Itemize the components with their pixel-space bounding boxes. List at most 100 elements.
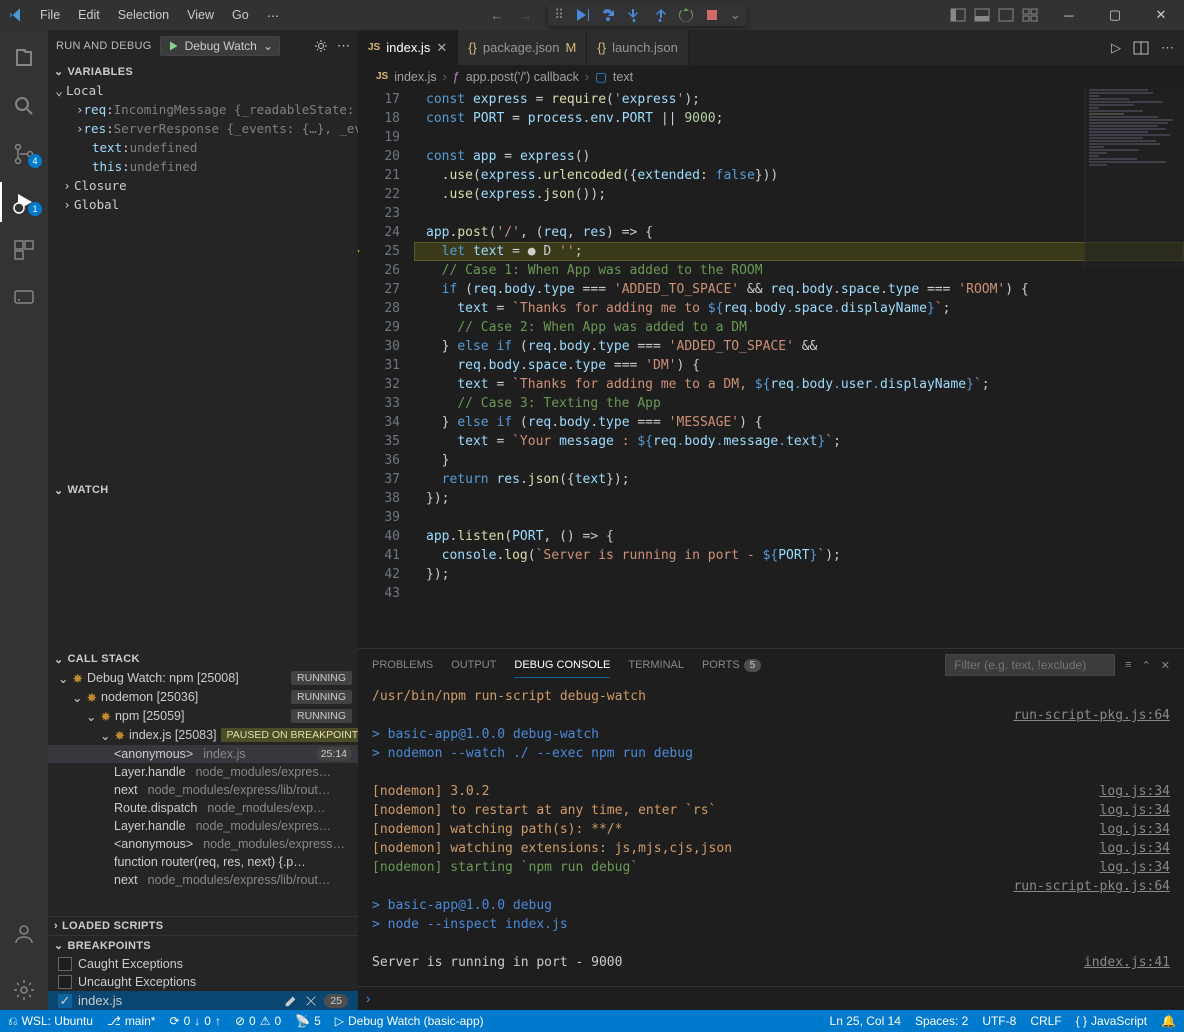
scope-global[interactable]: ›Global <box>48 195 358 214</box>
var-res[interactable]: ›res: ServerResponse {_events: {…}, _ev… <box>48 119 358 138</box>
remove-icon[interactable] <box>304 994 318 1008</box>
minimize-button[interactable]: ─ <box>1046 0 1092 30</box>
stack-frame[interactable]: Route.dispatchnode_modules/exp… <box>48 799 358 817</box>
sb-position[interactable]: Ln 25, Col 14 <box>830 1014 901 1028</box>
bp-caught[interactable]: Caught Exceptions <box>48 955 358 973</box>
sb-encoding[interactable]: UTF-8 <box>982 1014 1016 1028</box>
tab-problems[interactable]: PROBLEMS <box>372 653 433 677</box>
cs-session[interactable]: ⌄✸Debug Watch: npm [25008]RUNNING <box>48 669 358 688</box>
menu-more[interactable]: ⋯ <box>259 4 288 27</box>
source-control-icon[interactable]: 4 <box>0 134 48 174</box>
remote-icon[interactable] <box>0 278 48 318</box>
restart-icon[interactable] <box>678 7 694 23</box>
step-into-icon[interactable] <box>626 7 642 23</box>
sb-remote[interactable]: ⎌WSL: Ubuntu <box>8 1014 93 1029</box>
menu-view[interactable]: View <box>179 4 222 27</box>
stack-frame[interactable]: nextnode_modules/express/lib/rout… <box>48 781 358 799</box>
bp-file[interactable]: ✓ index.js 25 <box>48 991 358 1010</box>
debug-config-select[interactable]: Debug Watch ⌄ <box>160 36 280 56</box>
cs-index[interactable]: ⌄✸index.js [25083]PAUSED ON BREAKPOINT <box>48 726 358 745</box>
checkbox-icon[interactable] <box>58 957 72 971</box>
variables-header[interactable]: ⌄VARIABLES <box>48 62 358 81</box>
more-icon[interactable]: ⋯ <box>337 38 350 54</box>
bp-uncaught[interactable]: Uncaught Exceptions <box>48 973 358 991</box>
search-icon[interactable] <box>0 86 48 126</box>
drag-handle-icon[interactable]: ⠿ <box>554 7 564 23</box>
breakpoints-header[interactable]: ⌄BREAKPOINTS <box>48 935 358 955</box>
sb-problems[interactable]: ⊘0 ⚠0 <box>235 1014 281 1028</box>
tab-ports[interactable]: PORTS5 <box>702 653 761 677</box>
gear-icon[interactable] <box>313 38 329 54</box>
scope-closure[interactable]: ›Closure <box>48 176 358 195</box>
sb-branch[interactable]: ⎇main* <box>107 1014 156 1028</box>
sb-debug[interactable]: ▷Debug Watch (basic-app) <box>335 1014 484 1028</box>
more-icon[interactable]: ⋯ <box>1161 40 1174 56</box>
sb-spaces[interactable]: Spaces: 2 <box>915 1014 968 1028</box>
debug-console-body[interactable]: /usr/bin/npm run-script debug-watchrun-s… <box>358 681 1184 986</box>
filter-icon[interactable]: ≡ <box>1125 659 1131 671</box>
close-panel-icon[interactable]: ✕ <box>1161 659 1170 672</box>
nav-fwd-icon[interactable]: → <box>519 8 532 23</box>
run-debug-icon[interactable]: 1 <box>0 182 48 222</box>
scope-local[interactable]: ⌄Local <box>48 81 358 100</box>
tab-output[interactable]: OUTPUT <box>451 653 496 677</box>
menu-file[interactable]: File <box>32 4 68 27</box>
stack-frame[interactable]: Layer.handlenode_modules/expres… <box>48 763 358 781</box>
sb-sync[interactable]: ⟳0↓ 0↑ <box>170 1014 221 1028</box>
tab-debug-console[interactable]: DEBUG CONSOLE <box>514 653 610 678</box>
continue-icon[interactable] <box>574 7 590 23</box>
tab-terminal[interactable]: TERMINAL <box>628 653 684 677</box>
run-icon[interactable]: ▷ <box>1111 40 1121 56</box>
nav-back-icon[interactable]: ← <box>490 8 503 23</box>
sb-eol[interactable]: CRLF <box>1030 1014 1061 1028</box>
sb-bell-icon[interactable]: 🔔 <box>1161 1014 1176 1028</box>
stack-frame[interactable]: <anonymous>index.js25:14 <box>48 745 358 763</box>
sb-lang[interactable]: { }JavaScript <box>1076 1014 1147 1028</box>
stack-frame[interactable]: <anonymous>node_modules/express… <box>48 835 358 853</box>
callstack-header[interactable]: ⌄CALL STACK <box>48 650 358 669</box>
explorer-icon[interactable] <box>0 38 48 78</box>
console-filter-input[interactable] <box>945 654 1115 676</box>
panel-bottom-icon[interactable] <box>974 7 990 23</box>
var-req[interactable]: ›req: IncomingMessage {_readableState: … <box>48 100 358 119</box>
editor-tab[interactable]: JSindex.js✕ <box>358 30 458 65</box>
watch-header[interactable]: ⌄WATCH <box>48 481 358 500</box>
console-input[interactable]: › <box>358 986 1184 1010</box>
split-icon[interactable] <box>1133 40 1149 56</box>
account-icon[interactable] <box>0 914 48 954</box>
settings-icon[interactable] <box>0 970 48 1010</box>
editor-tab[interactable]: {}launch.json <box>587 30 688 65</box>
menu-selection[interactable]: Selection <box>110 4 177 27</box>
panel-right-icon[interactable] <box>998 7 1014 23</box>
step-out-icon[interactable] <box>652 7 668 23</box>
extensions-icon[interactable] <box>0 230 48 270</box>
stack-frame[interactable]: Layer.handlenode_modules/expres… <box>48 817 358 835</box>
menu-edit[interactable]: Edit <box>70 4 108 27</box>
cs-npm[interactable]: ⌄✸npm [25059]RUNNING <box>48 707 358 726</box>
stop-icon[interactable] <box>704 7 720 23</box>
code-view[interactable]: const express = require('express');const… <box>414 88 1184 648</box>
checkbox-icon[interactable]: ✓ <box>58 994 72 1008</box>
var-this[interactable]: this: undefined <box>48 157 358 176</box>
close-button[interactable]: ✕ <box>1138 0 1184 30</box>
checkbox-icon[interactable] <box>58 975 72 989</box>
edit-icon[interactable] <box>284 994 298 1008</box>
sb-ports[interactable]: 📡5 <box>295 1014 321 1028</box>
loaded-scripts-header[interactable]: ›LOADED SCRIPTS <box>48 916 358 935</box>
breadcrumbs[interactable]: JS index.js› ƒapp.post('/') callback› ▢t… <box>358 65 1184 88</box>
editor-body[interactable]: 1718192021222324252627282930313233343536… <box>358 88 1184 648</box>
var-text[interactable]: text: undefined <box>48 138 358 157</box>
minimap[interactable] <box>1084 88 1184 268</box>
clear-icon[interactable]: ⌃ <box>1142 659 1151 672</box>
stack-frame[interactable]: function router(req, res, next) {.p… <box>48 853 358 871</box>
maximize-button[interactable]: ▢ <box>1092 0 1138 30</box>
editor-tab[interactable]: {}package.jsonM <box>458 30 587 65</box>
layout-icon[interactable] <box>1022 7 1038 23</box>
step-over-icon[interactable] <box>600 7 616 23</box>
close-icon[interactable]: ✕ <box>436 40 447 56</box>
panel-left-icon[interactable] <box>950 7 966 23</box>
cs-nodemon[interactable]: ⌄✸nodemon [25036]RUNNING <box>48 688 358 707</box>
stack-frame[interactable]: nextnode_modules/express/lib/rout… <box>48 871 358 889</box>
menu-go[interactable]: Go <box>224 4 257 27</box>
debug-dropdown-icon[interactable]: ⌄ <box>730 7 741 23</box>
